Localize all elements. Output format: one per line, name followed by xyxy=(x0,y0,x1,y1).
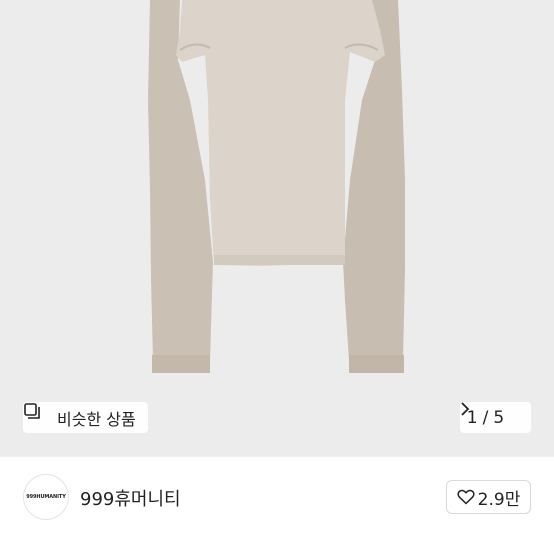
garment-illustration xyxy=(0,0,554,456)
image-pager[interactable]: 1 / 5 xyxy=(460,402,531,433)
shop-logo: 999HUMANITY xyxy=(26,494,66,500)
product-image[interactable]: 비슷한 상품 1 / 5 xyxy=(0,0,554,456)
pager-total: 5 xyxy=(493,407,505,428)
heart-outline-icon xyxy=(457,489,475,505)
shop-info-row[interactable]: 999HUMANITY 999휴머니티 2.9만 xyxy=(0,457,554,554)
similar-products-button[interactable]: 비슷한 상품 xyxy=(23,402,148,433)
like-count: 2.9만 xyxy=(477,489,521,510)
chevron-right-icon xyxy=(461,402,524,425)
pager-separator: / xyxy=(482,407,489,428)
similar-products-label: 비슷한 상품 xyxy=(57,409,136,429)
like-button[interactable]: 2.9만 xyxy=(446,480,531,514)
similar-items-icon xyxy=(24,403,51,427)
shop-avatar[interactable]: 999HUMANITY xyxy=(23,474,69,520)
shop-name[interactable]: 999휴머니티 xyxy=(80,485,181,511)
